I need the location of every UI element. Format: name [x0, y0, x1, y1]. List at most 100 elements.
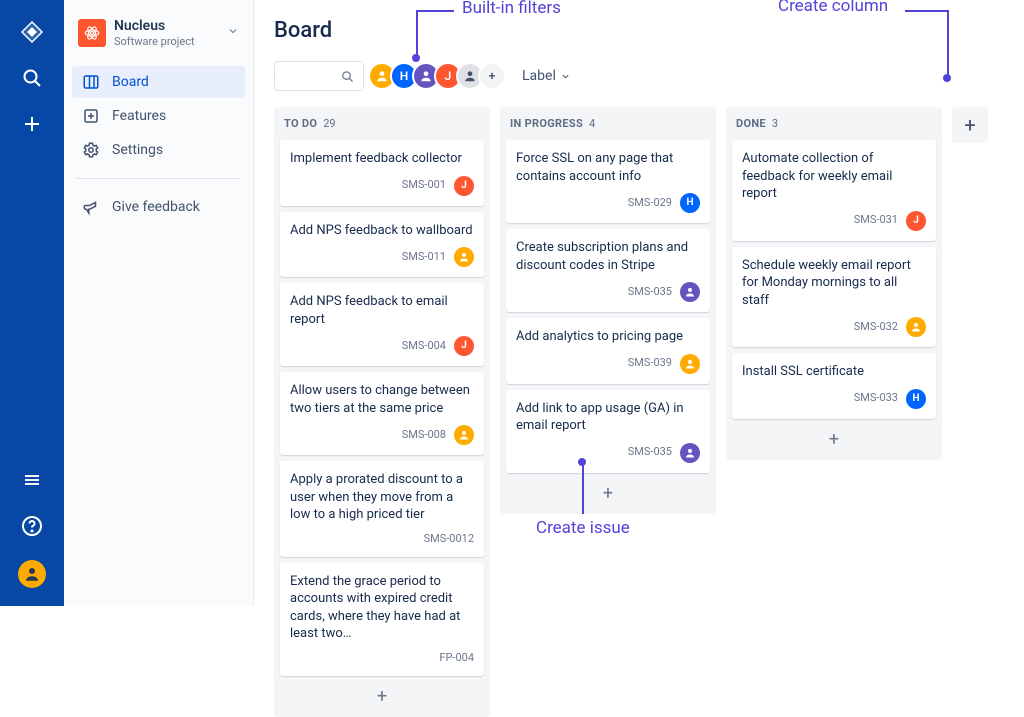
card-title: Add NPS feedback to email report	[290, 293, 474, 328]
board-column: DONE3 Automate collection of feedback for…	[726, 107, 942, 460]
profile-avatar[interactable]	[18, 560, 46, 588]
board-toolbar: HJ+ Label	[274, 61, 1024, 91]
assignee-avatar[interactable]	[680, 282, 700, 302]
column-count: 4	[589, 117, 595, 130]
chevron-down-icon	[560, 71, 571, 82]
menu-icon[interactable]	[20, 468, 44, 492]
card-footer: SMS-039	[516, 354, 700, 374]
nav-board[interactable]: Board	[72, 66, 245, 98]
nav-label: Features	[112, 108, 166, 124]
column-header[interactable]: DONE3	[732, 117, 936, 134]
issue-card[interactable]: Extend the grace period to accounts with…	[280, 563, 484, 676]
jira-logo-icon[interactable]	[20, 20, 44, 44]
issue-key: SMS-035	[628, 445, 672, 460]
card-footer: SMS-001 J	[290, 176, 474, 196]
project-logo-icon	[78, 19, 106, 47]
issue-key: SMS-0012	[424, 532, 474, 547]
assignee-avatar[interactable]: H	[906, 389, 926, 409]
label-filter[interactable]: Label	[516, 64, 577, 88]
issue-card[interactable]: Force SSL on any page that contains acco…	[506, 140, 710, 223]
card-footer: SMS-029 H	[516, 193, 700, 213]
add-people-button[interactable]: +	[478, 62, 506, 90]
issue-card[interactable]: Apply a prorated discount to a user when…	[280, 461, 484, 556]
board-columns: TO DO29 Implement feedback collector SMS-0…	[274, 107, 1024, 717]
card-title: Automate collection of feedback for week…	[742, 150, 926, 203]
assignee-avatar[interactable]	[906, 317, 926, 337]
assignee-avatar[interactable]: H	[680, 193, 700, 213]
features-icon	[82, 107, 100, 125]
card-title: Add link to app usage (GA) in email repo…	[516, 400, 700, 435]
card-title: Schedule weekly email report for Monday …	[742, 257, 926, 310]
column-header[interactable]: IN PROGRESS 4	[506, 117, 710, 134]
board-search-input[interactable]	[274, 61, 364, 91]
assignee-avatar[interactable]	[454, 247, 474, 267]
column-header[interactable]: TO DO29	[280, 117, 484, 134]
nav-label: Settings	[112, 142, 163, 158]
assignee-avatar[interactable]: J	[454, 336, 474, 356]
global-nav-rail	[0, 0, 64, 606]
create-icon[interactable]	[20, 112, 44, 136]
create-issue-button[interactable]: +	[280, 682, 484, 711]
card-footer: SMS-004 J	[290, 336, 474, 356]
card-title: Force SSL on any page that contains acco…	[516, 150, 700, 185]
search-icon	[340, 69, 355, 84]
card-footer: SMS-0012	[290, 532, 474, 547]
issue-key: SMS-029	[628, 196, 672, 211]
card-footer: SMS-008	[290, 425, 474, 445]
issue-card[interactable]: Create subscription plans and discount c…	[506, 229, 710, 312]
issue-card[interactable]: Schedule weekly email report for Monday …	[732, 247, 936, 348]
issue-card[interactable]: Add NPS feedback to email report SMS-004 J	[280, 283, 484, 366]
card-footer: SMS-011	[290, 247, 474, 267]
card-title: Allow users to change between two tiers …	[290, 382, 474, 417]
issue-card[interactable]: Add link to app usage (GA) in email repo…	[506, 390, 710, 473]
board-icon	[82, 73, 100, 91]
board-main: Board HJ+ Label TO DO29Implement feedbac…	[254, 0, 1024, 606]
issue-key: SMS-033	[854, 391, 898, 406]
project-switcher[interactable]: Nucleus Software project	[72, 18, 245, 62]
nav-settings[interactable]: Settings	[72, 134, 245, 166]
issue-card[interactable]: Install SSL certificate SMS-033 H	[732, 353, 936, 419]
column-count: 29	[323, 117, 335, 130]
column-name: IN PROGRESS	[510, 117, 583, 130]
assignee-avatar[interactable]: J	[906, 211, 926, 231]
megaphone-icon	[82, 198, 100, 216]
create-issue-button[interactable]: +	[506, 479, 710, 508]
nav-give-feedback[interactable]: Give feedback	[72, 191, 245, 223]
assignee-avatar[interactable]	[680, 354, 700, 374]
chevron-down-icon	[227, 25, 239, 41]
card-title: Create subscription plans and discount c…	[516, 239, 700, 274]
assignee-avatar[interactable]: J	[454, 176, 474, 196]
card-title: Extend the grace period to accounts with…	[290, 573, 474, 643]
issue-card[interactable]: Automate collection of feedback for week…	[732, 140, 936, 241]
issue-card[interactable]: Add analytics to pricing page SMS-039	[506, 318, 710, 384]
board-column: TO DO29 Implement feedback collector SMS-0…	[274, 107, 490, 717]
issue-key: SMS-031	[854, 213, 898, 228]
card-title: Implement feedback collector	[290, 150, 474, 168]
issue-key: SMS-032	[854, 320, 898, 335]
label-filter-text: Label	[522, 68, 556, 84]
create-column-button[interactable]: +	[952, 107, 988, 143]
nav-label: Board	[112, 74, 149, 90]
assignee-avatar[interactable]	[680, 443, 700, 463]
card-title: Add analytics to pricing page	[516, 328, 700, 346]
card-title: Add NPS feedback to wallboard	[290, 222, 474, 240]
issue-card[interactable]: Implement feedback collector SMS-001 J	[280, 140, 484, 206]
issue-card[interactable]: Allow users to change between two tiers …	[280, 372, 484, 455]
create-issue-button[interactable]: +	[732, 425, 936, 454]
annotation-builtin-filters: Built-in filters	[462, 0, 561, 18]
issue-key: SMS-004	[402, 339, 446, 354]
issue-key: FP-004	[439, 651, 474, 666]
issue-key: SMS-035	[628, 285, 672, 300]
project-sidebar: Nucleus Software project Board Features …	[64, 0, 254, 606]
search-icon[interactable]	[20, 66, 44, 90]
card-footer: SMS-032	[742, 317, 926, 337]
assignee-avatar[interactable]	[454, 425, 474, 445]
gear-icon	[82, 141, 100, 159]
issue-card[interactable]: Add NPS feedback to wallboard SMS-011	[280, 212, 484, 278]
issue-key: SMS-001	[402, 178, 446, 193]
help-icon[interactable]	[20, 514, 44, 538]
nav-label: Give feedback	[112, 199, 200, 215]
card-title: Install SSL certificate	[742, 363, 926, 381]
nav-features[interactable]: Features	[72, 100, 245, 132]
card-footer: SMS-033 H	[742, 389, 926, 409]
